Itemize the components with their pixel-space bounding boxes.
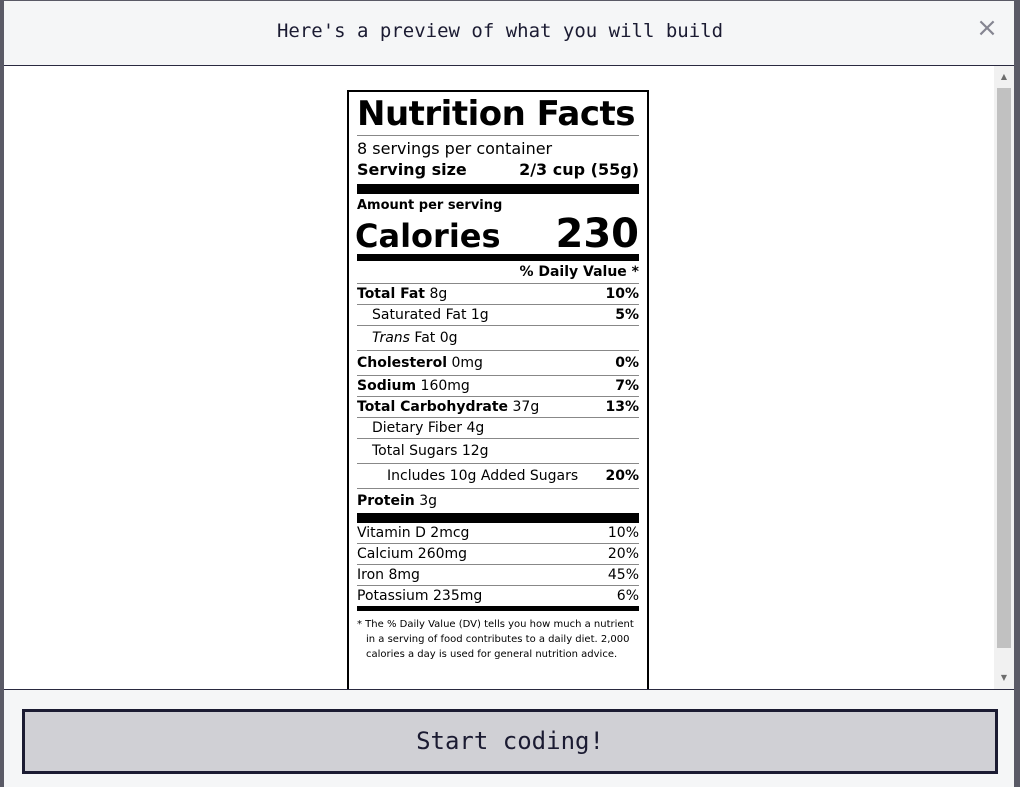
vitamin-row: Calcium 260mg 20% xyxy=(357,544,639,565)
trans-italic: Trans xyxy=(372,330,410,346)
vitamin-dv: 10% xyxy=(607,525,639,541)
nutrient-row-saturated-fat: Saturated Fat 1g 5% xyxy=(357,305,639,326)
vitamin-row: Iron 8mg 45% xyxy=(357,565,639,586)
close-icon[interactable]: × xyxy=(976,15,998,41)
nutrient-row-protein: Protein 3g xyxy=(357,489,639,513)
nutrient-amount: 3g xyxy=(419,493,437,509)
nutrient-row-total-carbohydrate: Total Carbohydrate 37g 13% xyxy=(357,397,639,418)
vitamin-row: Potassium 235mg 6% xyxy=(357,586,639,606)
daily-value-header: % Daily Value * xyxy=(357,261,639,284)
nutrient-dv: 0% xyxy=(615,355,639,371)
nutrient-row-sodium: Sodium 160mg 7% xyxy=(357,376,639,397)
vitamin-name: Calcium 260mg xyxy=(357,546,468,562)
calories-row: Calories 230 xyxy=(355,211,640,257)
thick-divider xyxy=(357,513,639,523)
scroll-up-arrow-icon[interactable]: ▲ xyxy=(994,68,1014,86)
vertical-scrollbar[interactable]: ▲ ▼ xyxy=(994,66,1014,689)
nutrient-amount: 8g xyxy=(429,286,448,302)
calories-value: 230 xyxy=(555,211,640,257)
nutrient-name: Saturated Fat 1g xyxy=(372,307,489,323)
nutrient-row-cholesterol: Cholesterol 0mg 0% xyxy=(357,351,639,376)
nutrient-row-added-sugars: Includes 10g Added Sugars 20% xyxy=(357,464,639,489)
modal-footer: Start coding! xyxy=(4,689,1014,787)
nutrient-name: Total Sugars 12g xyxy=(372,443,489,459)
nutrient-name: Dietary Fiber 4g xyxy=(372,420,485,436)
nutrient-dv: 20% xyxy=(605,468,639,484)
modal-title: Here's a preview of what you will build xyxy=(276,20,724,42)
vitamin-row: Vitamin D 2mcg 10% xyxy=(357,523,639,544)
vitamin-dv: 45% xyxy=(607,567,639,583)
servings-per-container: 8 servings per container xyxy=(357,139,553,158)
nutrient-dv: 7% xyxy=(615,378,639,394)
daily-value-footnote: * The % Daily Value (DV) tells you how m… xyxy=(357,619,634,660)
nutrient-row-total-sugars: Total Sugars 12g xyxy=(357,439,639,464)
nutrition-label: Nutrition Facts 8 servings per container… xyxy=(347,90,649,689)
nutrient-name: Sodium xyxy=(357,378,417,394)
nutrient-dv: 10% xyxy=(605,286,639,302)
nutrient-name: Cholesterol xyxy=(357,355,447,371)
vitamin-dv: 6% xyxy=(616,588,639,604)
thick-divider xyxy=(357,184,639,194)
nutrient-row-trans-fat: Trans Fat 0g xyxy=(357,326,639,351)
nutrient-name: Includes 10g Added Sugars xyxy=(387,468,579,484)
serving-size-label: Serving size xyxy=(357,160,467,179)
modal-header: Here's a preview of what you will build … xyxy=(4,1,1014,66)
calories-label: Calories xyxy=(355,217,501,255)
nutrient-name: Total Carbohydrate xyxy=(357,399,509,415)
scroll-down-arrow-icon[interactable]: ▼ xyxy=(994,669,1014,687)
vitamin-name: Potassium 235mg xyxy=(357,588,483,604)
nutrient-dv: 5% xyxy=(615,307,639,323)
vitamin-dv: 20% xyxy=(607,546,639,562)
nutrient-name: Fat 0g xyxy=(414,330,458,346)
nutrient-dv: 13% xyxy=(605,399,639,415)
serving-size-value: 2/3 cup (55g) xyxy=(519,160,639,179)
thin-divider xyxy=(357,606,639,611)
vitamin-name: Vitamin D 2mcg xyxy=(357,525,470,541)
nutrition-title: Nutrition Facts xyxy=(357,94,639,136)
scroll-thumb[interactable] xyxy=(997,88,1011,648)
nutrient-name: Protein xyxy=(357,493,415,509)
preview-modal: Here's a preview of what you will build … xyxy=(4,1,1014,787)
nutrient-amount: 160mg xyxy=(420,378,470,394)
start-coding-button[interactable]: Start coding! xyxy=(22,709,998,774)
nutrient-amount: 37g xyxy=(512,399,540,415)
nutrient-row-dietary-fiber: Dietary Fiber 4g xyxy=(357,418,639,439)
vitamin-name: Iron 8mg xyxy=(357,567,420,583)
nutrient-amount: 0mg xyxy=(451,355,483,371)
nutrient-row-total-fat: Total Fat 8g 10% xyxy=(357,284,639,305)
serving-size-row: Serving size 2/3 cup (55g) xyxy=(357,160,639,180)
modal-body[interactable]: Nutrition Facts 8 servings per container… xyxy=(4,66,1014,689)
nutrient-name: Total Fat xyxy=(357,286,426,302)
